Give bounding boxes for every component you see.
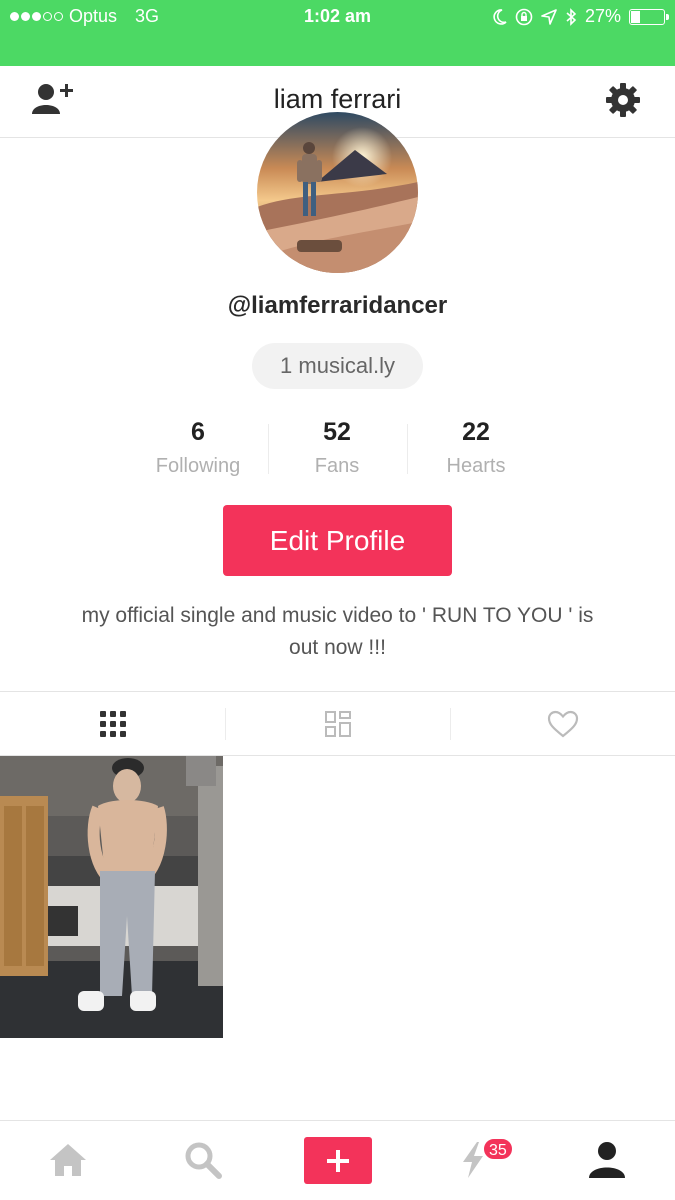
avatar[interactable]: [257, 112, 418, 273]
battery-icon: [629, 8, 669, 25]
page-title: liam ferrari: [273, 84, 402, 114]
stat-label: Fans: [314, 455, 360, 477]
orientation-lock-icon: [515, 8, 533, 25]
stat-following[interactable]: 6 Following: [133, 418, 263, 478]
heart-icon: [547, 710, 578, 738]
dashboard-icon: [324, 711, 351, 737]
notification-badge: 35: [482, 1137, 514, 1161]
stat-divider: [268, 424, 269, 474]
home-icon: [50, 1144, 86, 1176]
battery-percent: 27%: [584, 6, 621, 26]
bluetooth-icon: [566, 7, 577, 26]
edit-profile-button[interactable]: Edit Profile: [223, 505, 452, 576]
avatar-image: [257, 112, 418, 273]
status-indicators: 27%: [493, 6, 669, 27]
grid-icon: [99, 711, 126, 737]
video-thumbnail[interactable]: [0, 756, 223, 1038]
stat-fans[interactable]: 52 Fans: [272, 418, 402, 478]
gear-icon: [606, 83, 640, 117]
status-bar: Optus 3G 1:02 am 27%: [0, 0, 675, 66]
stat-value: 52: [323, 418, 351, 446]
profile-icon: [589, 1142, 625, 1178]
bottom-nav: [0, 1120, 675, 1200]
stat-value: 22: [462, 418, 490, 446]
stat-hearts[interactable]: 22 Hearts: [411, 418, 541, 478]
stat-label: Following: [155, 455, 241, 477]
plus-icon: [327, 1149, 349, 1172]
profile-bio: my official single and music video to ' …: [81, 604, 594, 659]
location-icon: [541, 8, 557, 25]
video-preview-image: [0, 756, 223, 1038]
profile-tabs: [0, 691, 675, 756]
username-handle: @liamferraridancer: [227, 292, 448, 319]
stat-label: Hearts: [446, 455, 506, 477]
profile-stats: 6 Following 52 Fans 22 Hearts: [0, 418, 675, 478]
nav-profile[interactable]: [572, 1135, 642, 1185]
moon-icon: [493, 8, 507, 25]
tab-dashboard[interactable]: [225, 692, 450, 756]
stat-value: 6: [191, 418, 205, 446]
stat-divider: [407, 424, 408, 474]
create-button[interactable]: [304, 1137, 372, 1184]
search-icon: [185, 1142, 222, 1179]
nav-search[interactable]: [168, 1135, 238, 1185]
tab-likes[interactable]: [450, 692, 675, 756]
settings-button[interactable]: [605, 82, 641, 118]
tab-grid[interactable]: [0, 692, 225, 756]
nav-home[interactable]: [33, 1135, 103, 1185]
musical-count-badge: 1 musical.ly: [252, 343, 423, 389]
